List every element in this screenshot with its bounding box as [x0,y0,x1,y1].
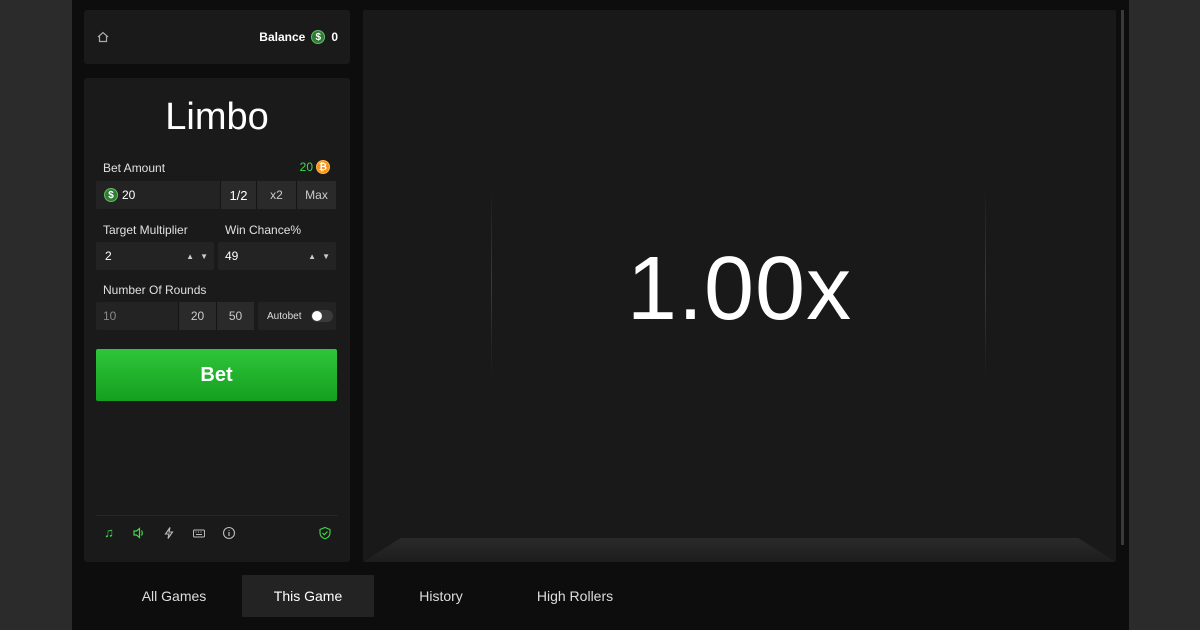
bet-amount-value: 20 [122,188,136,202]
tab-this-game[interactable]: This Game [242,575,374,617]
music-icon[interactable]: ♫ [102,525,116,540]
bet-panel: Limbo Bet Amount 20 ₿ $ 20 1/2 x2 Max Ta… [84,78,350,562]
increment-icon[interactable]: ▲ [308,252,316,261]
dollar-coin-icon: $ [311,30,326,44]
game-floor [363,538,1116,562]
scrollbar[interactable] [1121,10,1124,545]
rounds-preset-50[interactable]: 50 [216,302,254,330]
win-chance-value: 49 [225,249,239,263]
bet-max-amount: 20 [299,160,313,174]
autobet-label: Autobet [267,310,302,322]
tab-all-games[interactable]: All Games [114,575,234,617]
target-multiplier-value: 2 [105,249,112,263]
autobet-toggle[interactable]: Autobet [258,302,336,330]
bet-max-indicator: 20 ₿ [300,160,330,174]
rounds-row: 10 20 50 [96,302,254,330]
lightning-icon[interactable] [162,526,176,540]
game-display: 1.00x [363,10,1116,562]
shield-check-icon[interactable] [318,526,332,540]
settings-bar: ♫ [96,515,338,549]
dollar-coin-icon: $ [104,188,118,202]
target-stepper: ▲ ▼ [186,242,214,270]
win-chance-stepper: ▲ ▼ [308,242,336,270]
tab-bar: All Games This Game History High Rollers [72,575,672,617]
bet-amount-input[interactable]: $ 20 [96,181,220,209]
win-chance-label: Win Chance% [225,223,302,237]
win-chance-input[interactable]: 49 ▲ ▼ [218,242,336,270]
bet-amount-label: Bet Amount [103,161,166,175]
decrement-icon[interactable]: ▼ [200,252,208,261]
increment-icon[interactable]: ▲ [186,252,194,261]
rounds-input[interactable]: 10 [96,302,178,330]
app-shell: Balance $ 0 Limbo Bet Amount 20 ₿ $ 20 1… [72,0,1129,630]
bet-amount-row: $ 20 1/2 x2 Max [96,181,336,209]
balance-value: 0 [331,30,338,44]
double-bet-button[interactable]: x2 [256,181,296,209]
top-bar: Balance $ 0 [84,10,350,64]
tab-history[interactable]: History [382,575,500,617]
tab-high-rollers[interactable]: High Rollers [508,575,642,617]
max-bet-button[interactable]: Max [296,181,336,209]
bitcoin-icon: ₿ [316,160,330,174]
multiplier-result: 1.00x [626,239,853,339]
game-title: Limbo [165,96,269,138]
balance-label: Balance [259,30,306,44]
target-multiplier-input[interactable]: 2 ▲ ▼ [96,242,214,270]
home-icon[interactable] [96,30,110,44]
bet-button[interactable]: Bet [96,349,337,401]
autobet-switch[interactable] [311,310,334,322]
decrement-icon[interactable]: ▼ [322,252,330,261]
info-icon[interactable] [222,526,236,540]
half-bet-button[interactable]: 1/2 [220,181,256,209]
volume-icon[interactable] [132,526,146,540]
target-multiplier-label: Target Multiplier [103,223,188,237]
rounds-preset-20[interactable]: 20 [178,302,216,330]
balance-display: Balance $ 0 [259,30,338,44]
rounds-label: Number Of Rounds [103,283,207,297]
keyboard-icon[interactable] [192,526,206,540]
